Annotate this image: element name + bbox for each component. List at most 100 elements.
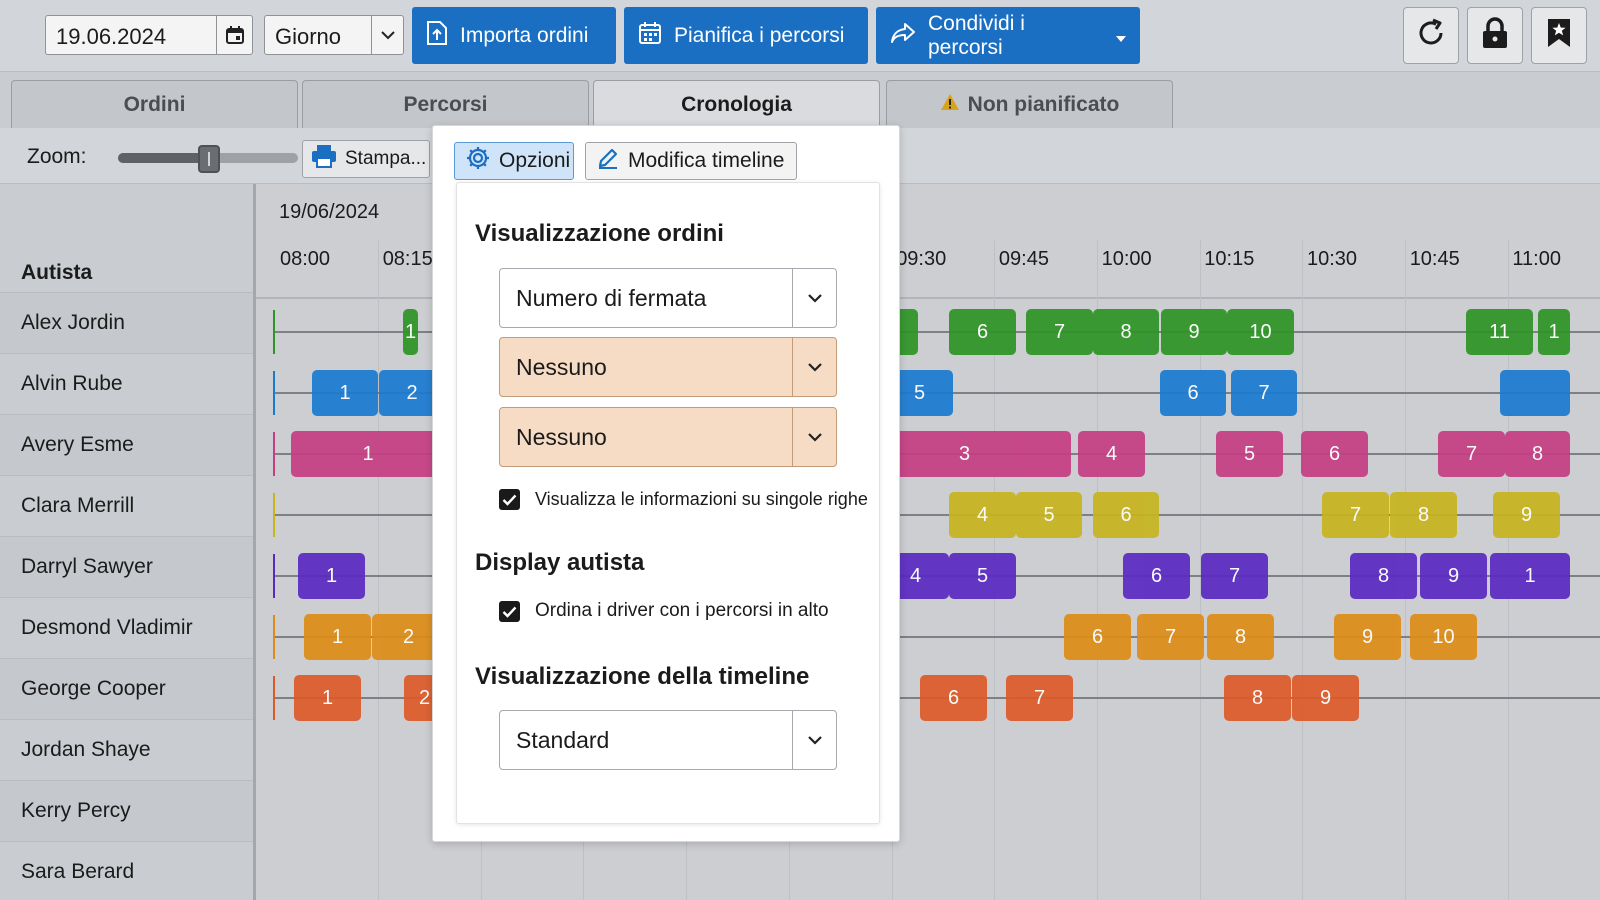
route-start-marker: [273, 432, 275, 476]
time-tick-label: 09:45: [998, 248, 1049, 270]
driver-row[interactable]: Jordan Shaye: [0, 719, 253, 780]
order-stop-block[interactable]: 7: [1322, 492, 1389, 538]
import-orders-button[interactable]: Importa ordini: [412, 7, 616, 64]
order-stop-block[interactable]: 5: [1016, 492, 1082, 538]
order-stop-block[interactable]: 1: [1538, 309, 1570, 355]
tab-orders[interactable]: Ordini: [11, 80, 298, 128]
share-arrow-icon: [890, 22, 916, 50]
driver-column-header: Autista: [21, 261, 93, 284]
tab-unplanned[interactable]: Non pianificato: [886, 80, 1173, 128]
order-stop-block[interactable]: 6: [949, 309, 1016, 355]
date-input[interactable]: 19.06.2024: [45, 15, 253, 55]
order-stop-block[interactable]: 8: [1224, 675, 1291, 721]
driver-row[interactable]: Alvin Rube: [0, 353, 253, 414]
options-panel: Visualizzazione ordini Numero di fermata…: [456, 182, 880, 824]
refresh-icon: [1415, 17, 1447, 54]
share-routes-button[interactable]: Condividi i percorsi: [876, 7, 1140, 64]
driver-row[interactable]: Desmond Vladimir: [0, 597, 253, 658]
time-tick-label: 10:45: [1409, 248, 1460, 270]
tab-options[interactable]: Opzioni: [454, 142, 574, 180]
view-period-select[interactable]: Giorno: [264, 15, 404, 55]
top-toolbar: 19.06.2024 Giorno Importa ordini Pianifi…: [0, 0, 1600, 72]
order-stop-block[interactable]: 10: [1410, 614, 1477, 660]
order-stop-block[interactable]: 8: [1093, 309, 1159, 355]
timeline-display-select[interactable]: Standard: [499, 710, 837, 770]
chevron-down-icon: [792, 408, 836, 466]
driver-row[interactable]: Alex Jordin: [0, 292, 253, 353]
order-stop-block[interactable]: 1: [312, 370, 378, 416]
order-stop-block[interactable]: 5: [1216, 431, 1283, 477]
timeline-display-select-value: Standard: [516, 726, 610, 753]
order-stop-block[interactable]: 7: [1231, 370, 1297, 416]
order-stop-block[interactable]: 4: [1078, 431, 1145, 477]
pencil-icon: [596, 146, 620, 176]
sort-drivers-label: Ordina i driver con i percorsi in alto: [535, 600, 829, 621]
order-stop-block[interactable]: 6: [1064, 614, 1131, 660]
tab-edit-timeline[interactable]: Modifica timeline: [585, 142, 797, 180]
lock-button[interactable]: [1467, 7, 1523, 64]
order-stop-block[interactable]: 1: [304, 614, 371, 660]
order-stop-block[interactable]: 4: [949, 492, 1016, 538]
order-stop-block[interactable]: 7: [1137, 614, 1204, 660]
order-stop-block[interactable]: 6: [1093, 492, 1159, 538]
order-stop-block[interactable]: 6: [1301, 431, 1368, 477]
route-start-marker: [273, 615, 275, 659]
driver-row[interactable]: Clara Merrill: [0, 475, 253, 536]
time-grid-line: [378, 240, 379, 900]
driver-row[interactable]: Kerry Percy: [0, 780, 253, 841]
order-stop-block[interactable]: 11: [1466, 309, 1533, 355]
bookmark-star-icon: [1545, 17, 1573, 54]
order-stop-block[interactable]: 7: [1201, 553, 1268, 599]
order-stop-block[interactable]: 7: [1438, 431, 1505, 477]
order-stop-block[interactable]: 9: [1420, 553, 1487, 599]
order-stop-block[interactable]: 8: [1505, 431, 1570, 477]
tab-routes-label: Percorsi: [403, 92, 488, 116]
bookmark-button[interactable]: [1531, 7, 1587, 64]
orders-display-title: Visualizzazione ordini: [475, 220, 724, 247]
tab-timeline[interactable]: Cronologia: [593, 80, 880, 128]
order-stop-block[interactable]: 7: [1026, 309, 1093, 355]
calendar-icon[interactable]: [216, 16, 252, 54]
order-stop-block[interactable]: 6: [920, 675, 987, 721]
order-tertiary-select[interactable]: Nessuno: [499, 407, 837, 467]
driver-row[interactable]: Sara Berard: [0, 841, 253, 900]
order-stop-block[interactable]: 1: [298, 553, 365, 599]
print-button[interactable]: Stampa...: [302, 140, 430, 178]
order-stop-block[interactable]: 9: [1161, 309, 1227, 355]
order-stop-block[interactable]: 8: [1207, 614, 1274, 660]
chevron-down-icon: [792, 338, 836, 396]
tab-edit-timeline-label: Modifica timeline: [628, 149, 785, 172]
refresh-button[interactable]: [1403, 7, 1459, 64]
order-stop-block[interactable]: 1: [403, 309, 418, 355]
order-stop-block[interactable]: 9: [1292, 675, 1359, 721]
order-stop-block[interactable]: 10: [1227, 309, 1294, 355]
driver-row[interactable]: Darryl Sawyer: [0, 536, 253, 597]
order-stop-block[interactable]: [1500, 370, 1570, 416]
tab-routes[interactable]: Percorsi: [302, 80, 589, 128]
order-stop-block[interactable]: 6: [1160, 370, 1226, 416]
sort-drivers-checkbox[interactable]: [499, 601, 520, 622]
order-stop-block[interactable]: 7: [1006, 675, 1073, 721]
order-secondary-select[interactable]: Nessuno: [499, 337, 837, 397]
order-stop-block[interactable]: 8: [1390, 492, 1457, 538]
order-stop-block[interactable]: 5: [949, 553, 1016, 599]
plan-routes-button[interactable]: Pianifica i percorsi: [624, 7, 868, 64]
zoom-slider-thumb[interactable]: [198, 145, 220, 173]
driver-name: Desmond Vladimir: [21, 616, 193, 639]
chevron-down-icon: [371, 16, 403, 54]
order-stop-block[interactable]: 6: [1123, 553, 1190, 599]
order-stop-block[interactable]: 1: [294, 675, 361, 721]
order-stop-block[interactable]: 1: [1490, 553, 1570, 599]
order-label-select[interactable]: Numero di fermata: [499, 268, 837, 328]
order-stop-block[interactable]: 8: [1350, 553, 1417, 599]
single-line-checkbox[interactable]: [499, 489, 520, 510]
driver-row[interactable]: Avery Esme: [0, 414, 253, 475]
order-stop-block[interactable]: 9: [1334, 614, 1401, 660]
driver-row[interactable]: George Cooper: [0, 658, 253, 719]
file-upload-icon: [426, 20, 448, 52]
order-stop-block[interactable]: 9: [1493, 492, 1560, 538]
time-tick-label: 08:15: [382, 248, 433, 270]
order-stop-block[interactable]: 1: [291, 431, 445, 477]
print-label: Stampa...: [345, 148, 427, 169]
warning-icon: [940, 93, 960, 117]
